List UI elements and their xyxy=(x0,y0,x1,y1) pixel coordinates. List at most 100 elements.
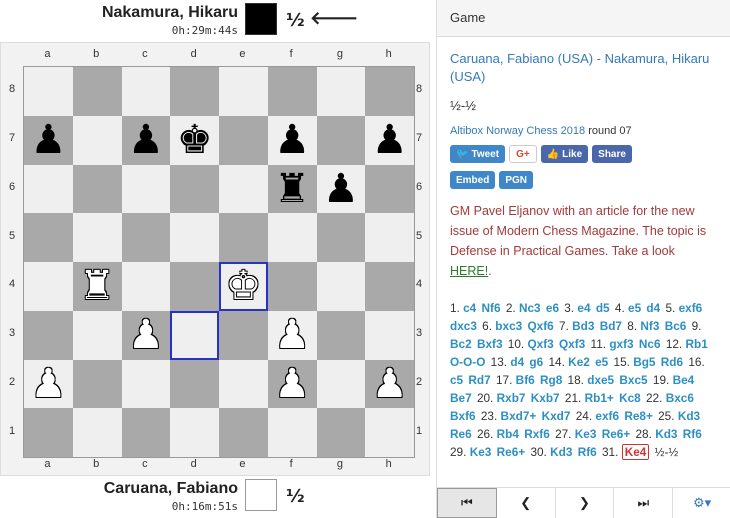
square-c5[interactable] xyxy=(121,213,171,262)
move-link[interactable]: Bf6 xyxy=(516,373,535,387)
move-link[interactable]: Re6+ xyxy=(497,445,526,459)
move-link[interactable]: Be4 xyxy=(673,373,695,387)
square-f4[interactable] xyxy=(267,262,317,311)
move-link[interactable]: g6 xyxy=(529,355,543,369)
move-link[interactable]: c4 xyxy=(463,301,476,315)
square-e2[interactable] xyxy=(219,359,268,409)
last-move-button[interactable]: ⏭ xyxy=(614,488,674,518)
square-c4[interactable] xyxy=(121,262,171,311)
square-e5[interactable] xyxy=(219,213,268,262)
move-link[interactable]: Kd3 xyxy=(678,409,700,423)
move-link[interactable]: d4 xyxy=(646,301,660,315)
move-link[interactable]: Kd3 xyxy=(655,427,677,441)
square-d2[interactable] xyxy=(170,359,219,409)
move-link[interactable]: Ke3 xyxy=(470,445,492,459)
move-link[interactable]: Bc6 xyxy=(665,319,687,333)
move-link[interactable]: gxf3 xyxy=(609,337,633,351)
move-link[interactable]: e6 xyxy=(546,301,559,315)
move-link[interactable]: e5 xyxy=(628,301,641,315)
square-a5[interactable] xyxy=(24,213,73,262)
move-link[interactable]: bxc3 xyxy=(495,319,522,333)
move-link[interactable]: d4 xyxy=(510,355,524,369)
players-link[interactable]: Caruana, Fabiano (USA) - Nakamura, Hikar… xyxy=(450,50,717,86)
square-e8[interactable] xyxy=(219,67,268,116)
embed-button[interactable]: Embed xyxy=(450,171,496,189)
square-c8[interactable] xyxy=(121,67,171,116)
event-link[interactable]: Altibox Norway Chess 2018 xyxy=(450,125,585,137)
square-g7[interactable] xyxy=(316,115,366,165)
square-b3[interactable] xyxy=(72,310,122,360)
move-link[interactable]: Be7 xyxy=(450,391,472,405)
chessboard[interactable]: ♟ ♟ ♚ ♟ ♟ ♜ ♟ ♜ ♚ ♟ ♟ ♟ ♟ ♟ xyxy=(23,66,415,458)
square-c6[interactable] xyxy=(121,164,171,214)
square-g3[interactable] xyxy=(316,310,366,360)
square-d5[interactable] xyxy=(170,213,219,262)
square-e3[interactable] xyxy=(219,310,268,360)
move-link[interactable]: Bxd7+ xyxy=(501,409,537,423)
square-d6[interactable] xyxy=(170,164,219,214)
move-link[interactable]: Kxb7 xyxy=(531,391,560,405)
promo-link[interactable]: HERE! xyxy=(450,264,488,278)
move-link[interactable]: O-O-O xyxy=(450,355,485,369)
square-a2[interactable] xyxy=(24,359,73,409)
move-link[interactable]: Nf6 xyxy=(482,301,501,315)
move-link[interactable]: Ke3 xyxy=(575,427,597,441)
move-link[interactable]: Nc6 xyxy=(639,337,661,351)
move-link[interactable]: Rd7 xyxy=(468,373,490,387)
square-a1[interactable] xyxy=(24,408,73,457)
square-f7[interactable] xyxy=(267,115,317,165)
facebook-like-button[interactable]: 👍 Like xyxy=(540,145,589,163)
square-f8[interactable] xyxy=(267,67,317,116)
move-link[interactable]: e5 xyxy=(595,355,608,369)
square-h1[interactable] xyxy=(365,408,414,457)
move-link[interactable]: Bxc5 xyxy=(619,373,647,387)
move-link[interactable]: Bxc6 xyxy=(666,391,694,405)
move-link[interactable]: dxe5 xyxy=(587,373,614,387)
square-f2[interactable] xyxy=(267,359,317,409)
pgn-button[interactable]: PGN xyxy=(499,171,534,189)
square-b7[interactable] xyxy=(72,115,122,165)
square-f3[interactable] xyxy=(267,310,317,360)
move-link[interactable]: Rb1 xyxy=(686,337,708,351)
square-e6[interactable] xyxy=(219,164,268,214)
square-h6[interactable] xyxy=(365,164,414,214)
square-h8[interactable] xyxy=(365,67,414,116)
square-c2[interactable] xyxy=(121,359,171,409)
move-link[interactable]: Bd7 xyxy=(600,319,622,333)
square-f5[interactable] xyxy=(267,213,317,262)
next-move-button[interactable]: ❯ xyxy=(556,488,615,518)
square-h7[interactable] xyxy=(365,115,414,165)
move-link[interactable]: Kc8 xyxy=(619,391,641,405)
square-g5[interactable] xyxy=(316,213,366,262)
square-d7[interactable] xyxy=(170,115,219,165)
move-link[interactable]: Nc3 xyxy=(519,301,541,315)
move-link[interactable]: d5 xyxy=(596,301,610,315)
move-link[interactable]: Nf3 xyxy=(640,319,659,333)
square-h3[interactable] xyxy=(365,310,414,360)
move-link[interactable]: e4 xyxy=(577,301,590,315)
square-h2[interactable] xyxy=(365,359,414,409)
move-link[interactable]: Rxb7 xyxy=(497,391,526,405)
square-a4[interactable] xyxy=(24,262,73,311)
move-link[interactable]: dxc3 xyxy=(450,319,477,333)
move-link[interactable]: Rxf6 xyxy=(524,427,550,441)
move-link[interactable]: Ke2 xyxy=(568,355,590,369)
square-d1[interactable] xyxy=(170,408,219,457)
move-link[interactable]: Qxf3 xyxy=(527,337,553,351)
move-link[interactable]: Rb1+ xyxy=(585,391,614,405)
move-link[interactable]: Rb4 xyxy=(497,427,519,441)
move-link[interactable]: Re6 xyxy=(450,427,472,441)
move-link[interactable]: Bd3 xyxy=(572,319,594,333)
square-c1[interactable] xyxy=(121,408,171,457)
square-f6[interactable] xyxy=(267,164,317,214)
move-link[interactable]: exf6 xyxy=(595,409,619,423)
move-link[interactable]: Rf6 xyxy=(683,427,702,441)
move-link[interactable]: Bxf3 xyxy=(477,337,503,351)
move-link[interactable]: Kd3 xyxy=(550,445,572,459)
move-link[interactable]: Bxf6 xyxy=(450,409,476,423)
move-link[interactable]: Bc2 xyxy=(450,337,472,351)
move-link[interactable]: Qxf3 xyxy=(559,337,585,351)
first-move-button[interactable]: ⏮ xyxy=(437,488,497,518)
tweet-button[interactable]: 🐦 Tweet xyxy=(450,145,506,163)
square-b1[interactable] xyxy=(72,408,122,457)
